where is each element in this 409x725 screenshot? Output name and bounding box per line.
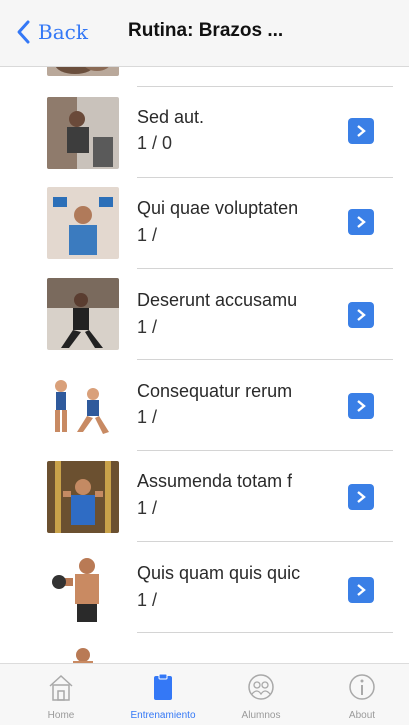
exercise-sets: 1 /: [137, 498, 158, 518]
exercise-sets: 1 /: [137, 317, 158, 337]
tab-label: Alumnos: [241, 710, 281, 721]
list-item[interactable]: Qui quae voluptaten 1 /: [0, 178, 409, 269]
exercise-thumbnail: [47, 461, 119, 533]
detail-button[interactable]: [348, 302, 374, 328]
page-title: Rutina: Brazos ...: [128, 20, 284, 41]
exercise-title: Deserunt accusamu: [137, 290, 298, 310]
tab-bar: Home Entrenamiento Alumnos About: [0, 663, 409, 725]
back-button[interactable]: Back: [14, 18, 88, 46]
chevron-right-icon: [357, 400, 366, 412]
exercise-sets: 1 /: [137, 407, 158, 427]
exercise-thumbnail: [47, 187, 119, 259]
detail-button[interactable]: [348, 118, 374, 144]
exercise-sets: 1 /: [137, 590, 158, 610]
group-icon: [248, 674, 274, 700]
tab-label: About: [348, 710, 376, 721]
navigation-bar: Back Rutina: Brazos ...: [0, 0, 409, 67]
exercise-thumbnail: [47, 97, 119, 169]
exercise-title: Qui quae voluptaten: [137, 198, 299, 218]
list-item[interactable]: Sed aut. 1 / 0: [0, 87, 409, 178]
list-item[interactable]: Assumenda totam f 1 /: [0, 451, 409, 542]
exercise-title: Consequatur rerum: [137, 381, 293, 401]
tab-home[interactable]: Home: [10, 664, 112, 725]
list-item[interactable]: Quis quam quis quic 1 /: [0, 542, 409, 633]
chevron-right-icon: [357, 216, 366, 228]
exercise-thumbnail: [47, 278, 119, 350]
exercise-title: Sed aut.: [137, 107, 205, 127]
exercise-list[interactable]: Sed aut. 1 / 0 Qui quae voluptaten 1 / D…: [0, 0, 409, 715]
tab-alumnos[interactable]: Alumnos: [210, 664, 312, 725]
tab-entrenamiento[interactable]: Entrenamiento: [112, 664, 214, 725]
exercise-title: Assumenda totam f: [137, 471, 293, 491]
exercise-thumbnail: [47, 552, 119, 624]
back-label: Back: [38, 20, 88, 44]
detail-button[interactable]: [348, 209, 374, 235]
tab-label: Home: [47, 710, 75, 721]
chevron-right-icon: [357, 309, 366, 321]
tab-label: Entrenamiento: [130, 710, 196, 721]
list-item[interactable]: Consequatur rerum 1 /: [0, 360, 409, 451]
list-item[interactable]: Deserunt accusamu 1 /: [0, 269, 409, 360]
exercise-sets: 1 / 0: [137, 133, 173, 153]
clipboard-icon: [154, 673, 172, 700]
detail-button[interactable]: [348, 577, 374, 603]
exercise-thumbnail: [47, 370, 119, 442]
detail-button[interactable]: [348, 484, 374, 510]
chevron-left-icon: [17, 20, 30, 44]
tab-about[interactable]: About: [311, 664, 409, 725]
exercise-sets: 1 /: [137, 225, 158, 245]
home-icon: [49, 674, 73, 701]
info-icon: [349, 674, 375, 700]
chevron-right-icon: [357, 584, 366, 596]
chevron-right-icon: [357, 491, 366, 503]
detail-button[interactable]: [348, 393, 374, 419]
chevron-right-icon: [357, 125, 366, 137]
exercise-title: Quis quam quis quic: [137, 563, 301, 583]
